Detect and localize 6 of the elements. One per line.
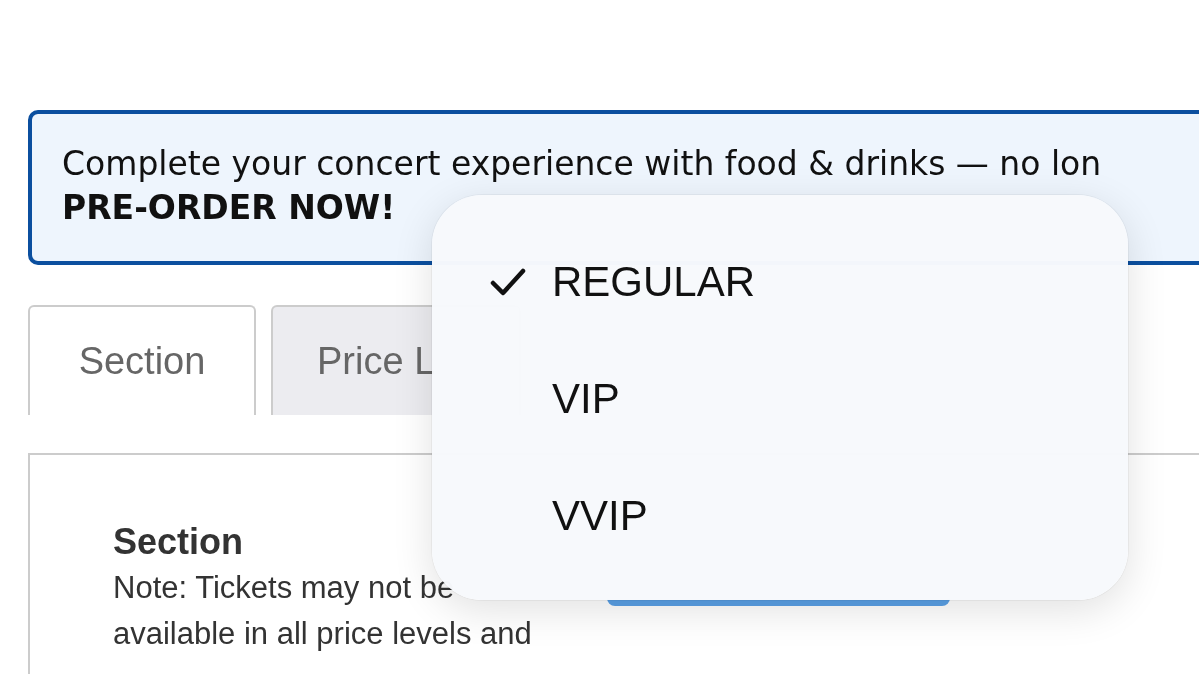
section-heading: Section [113,521,244,563]
banner-message: Complete your concert experience with food & drinks — no lon [62,143,1102,185]
pre-order-link[interactable]: PRE-ORDER NOW! [62,186,396,230]
tab[interactable]: Section [28,305,256,415]
menu-option[interactable]: VVIP [432,457,1128,574]
checkmark-icon [490,266,526,297]
